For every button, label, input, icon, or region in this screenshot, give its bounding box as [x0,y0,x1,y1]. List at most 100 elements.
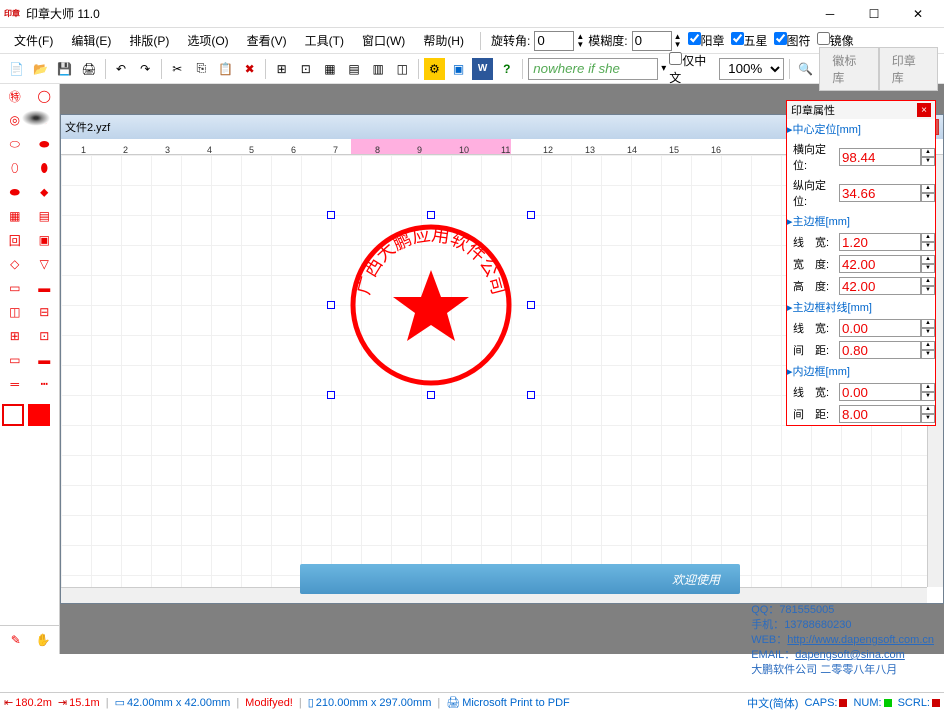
check-yang[interactable]: 阳章 [688,32,725,49]
handle-nw[interactable] [327,211,335,219]
shape-lines-icon[interactable]: ═ [0,372,30,396]
cut-icon[interactable]: ✂ [167,58,188,80]
spin-up-icon[interactable]: ▲ [921,383,935,392]
prop-section-head[interactable]: ▸主边框[mm] [787,211,935,231]
shape-oval-a-icon[interactable]: ⬯ [0,156,30,180]
menu-edit[interactable]: 编辑(E) [63,29,119,52]
spin-up-icon[interactable]: ▲ [921,184,935,193]
tool-pick-icon[interactable]: ✎ [2,628,30,652]
shape-grid-b-icon[interactable]: ▤ [30,204,60,228]
handle-se[interactable] [527,391,535,399]
shape-square-a-icon[interactable]: 回 [0,228,30,252]
tool-6-icon[interactable]: ◫ [392,58,413,80]
undo-icon[interactable]: ↶ [110,58,131,80]
tool-1-icon[interactable]: ⊞ [271,58,292,80]
spin-up-icon[interactable]: ▲ [921,148,935,157]
close-button[interactable]: ✕ [896,0,940,28]
shape-win-b-icon[interactable]: ⊡ [30,324,60,348]
shape-split-b-icon[interactable]: ⊟ [30,300,60,324]
spin-up-icon[interactable]: ▲ [921,405,935,414]
handle-ne[interactable] [527,211,535,219]
handle-e[interactable] [527,301,535,309]
only-cn-check[interactable]: 仅中文 [669,52,716,86]
spin-down-icon[interactable]: ▼ [921,328,935,337]
spin-up-icon[interactable]: ▲ [921,319,935,328]
menu-help[interactable]: 帮助(H) [415,29,472,52]
menu-file[interactable]: 文件(F) [6,29,61,52]
spin-down-icon[interactable]: ▼ [921,414,935,423]
menu-layout[interactable]: 排版(P) [121,29,177,52]
spin-down-icon[interactable]: ▼ [921,157,935,166]
tool-5-icon[interactable]: ▥ [368,58,389,80]
spin-down-icon[interactable]: ▼ [921,242,935,251]
tool-a-icon[interactable]: ⚙ [424,58,445,80]
shape-pill-icon[interactable]: ⬬ [0,180,30,204]
shape-grid-a-icon[interactable]: ▦ [0,204,30,228]
prop-input[interactable] [839,148,921,166]
shape-rect-b-icon[interactable]: ▬ [30,276,60,300]
spin-down-icon[interactable]: ▼ [921,286,935,295]
prop-input[interactable] [839,405,921,423]
handle-s[interactable] [427,391,435,399]
prop-input[interactable] [839,184,921,202]
prop-section-head[interactable]: ▸中心定位[mm] [787,119,935,139]
save-icon[interactable]: 💾 [54,58,75,80]
prop-input[interactable] [839,341,921,359]
company-email-link[interactable]: dapengsoft@sina.com [795,649,905,661]
spin-down-icon[interactable]: ▼ [921,193,935,202]
shape-square-b-icon[interactable]: ▣ [30,228,60,252]
menu-window[interactable]: 窗口(W) [354,29,413,52]
paste-icon[interactable]: 📋 [215,58,236,80]
print-icon[interactable]: 🖨 [78,58,99,80]
minimize-button[interactable]: ─ [808,0,852,28]
prop-section-head[interactable]: ▸内边框[mm] [787,361,935,381]
maximize-button[interactable]: ☐ [852,0,896,28]
spin-down-icon[interactable]: ▼ [921,350,935,359]
handle-sw[interactable] [327,391,335,399]
color-fill-swatch[interactable] [28,404,50,426]
spin-up-icon[interactable]: ▲ [921,341,935,350]
shape-bar-a-icon[interactable]: ▭ [0,348,30,372]
prop-input[interactable] [839,255,921,273]
handle-n[interactable] [427,211,435,219]
open-icon[interactable]: 📂 [30,58,51,80]
seal-object[interactable]: 广西大鹏应用软件公司 [331,215,531,395]
color-outline-swatch[interactable] [2,404,24,426]
shape-rect-a-icon[interactable]: ▭ [0,276,30,300]
tool-3-icon[interactable]: ▦ [319,58,340,80]
tool-4-icon[interactable]: ▤ [343,58,364,80]
zoom-tool-icon[interactable]: 🔍 [795,58,816,80]
spin-down-icon[interactable]: ▼ [921,392,935,401]
menu-view[interactable]: 查看(V) [239,29,295,52]
properties-close-button[interactable]: × [917,103,931,117]
prop-input[interactable] [839,383,921,401]
zoom-combo[interactable]: 100% [719,58,784,80]
shape-bar-b-icon[interactable]: ▬ [30,348,60,372]
prop-input[interactable] [839,319,921,337]
shape-split-a-icon[interactable]: ◫ [0,300,30,324]
copy-icon[interactable]: ⎘ [191,58,212,80]
prop-input[interactable] [839,233,921,251]
handle-w[interactable] [327,301,335,309]
blur-input[interactable] [632,31,672,51]
tool-b-icon[interactable]: ▣ [448,58,469,80]
tool-hand-icon[interactable]: ✋ [30,628,58,652]
new-icon[interactable]: 📄 [6,58,27,80]
check-symbol[interactable]: 图符 [774,32,811,49]
company-web-link[interactable]: http://www.dapengsoft.com.cn [787,634,934,646]
shape-win-a-icon[interactable]: ⊞ [0,324,30,348]
prop-input[interactable] [839,277,921,295]
menu-option[interactable]: 选项(O) [179,29,236,52]
word-icon[interactable]: W [472,58,493,80]
shape-lens-icon[interactable]: ⬥ [30,180,60,204]
spin-up-icon[interactable]: ▲ [921,233,935,242]
help-icon[interactable]: ? [496,58,517,80]
redo-icon[interactable]: ↷ [135,58,156,80]
delete-icon[interactable]: ✖ [239,58,260,80]
spin-up-icon[interactable]: ▲ [921,277,935,286]
check-star[interactable]: 五星 [731,32,768,49]
rotate-input[interactable] [534,31,574,51]
menu-tool[interactable]: 工具(T) [297,29,352,52]
spin-down-icon[interactable]: ▼ [921,264,935,273]
shape-diamond-icon[interactable]: ◇ [0,252,30,276]
